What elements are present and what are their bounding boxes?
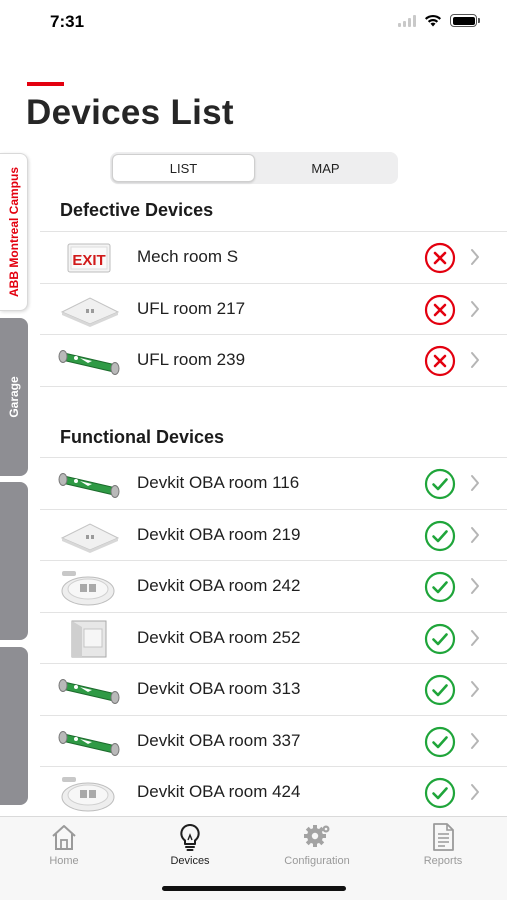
round-light-icon xyxy=(61,571,115,606)
side-tab-3[interactable] xyxy=(0,482,28,640)
chevron-right-icon xyxy=(471,578,479,594)
cellular-signal-icon xyxy=(398,14,416,27)
chevron-right-icon xyxy=(471,629,479,646)
tab-label: Configuration xyxy=(284,855,350,867)
device-name: Mech room S xyxy=(137,247,239,267)
device-row[interactable]: EXIT Mech room S xyxy=(40,232,507,284)
device-name: Devkit OBA room 219 xyxy=(137,524,301,544)
chevron-right-icon xyxy=(471,249,479,265)
check-icon xyxy=(424,571,456,603)
side-tab-label: ABB Montreal Campus xyxy=(6,166,21,298)
square-light-icon xyxy=(60,296,120,327)
tube-sign-icon xyxy=(58,679,120,704)
side-tab-4[interactable] xyxy=(0,647,28,805)
device-name: Devkit OBA room 337 xyxy=(137,730,301,750)
home-indicator xyxy=(162,886,346,891)
device-row[interactable]: Devkit OBA room 313 xyxy=(40,664,507,716)
device-row[interactable]: Devkit OBA room 337 xyxy=(40,716,507,767)
device-row[interactable]: Devkit OBA room 242 xyxy=(40,561,507,613)
lightbulb-icon xyxy=(180,823,200,851)
document-icon xyxy=(433,823,454,851)
view-toggle: LIST MAP xyxy=(110,152,398,184)
error-icon xyxy=(424,242,456,274)
chevron-right-icon xyxy=(471,681,479,697)
error-icon xyxy=(424,345,456,377)
chevron-right-icon xyxy=(471,300,479,317)
title-accent-bar xyxy=(27,82,64,86)
device-row[interactable]: Devkit OBA room 424 xyxy=(40,767,507,819)
round-light-icon xyxy=(61,777,115,812)
device-name: Devkit OBA room 424 xyxy=(137,782,301,802)
page-title: Devices List xyxy=(26,93,234,132)
svg-text:EXIT: EXIT xyxy=(72,252,105,269)
chevron-right-icon xyxy=(471,352,479,368)
chevron-right-icon xyxy=(471,475,479,491)
status-time: 7:31 xyxy=(50,12,85,31)
tab-reports[interactable]: Reports xyxy=(398,821,488,867)
device-name: Devkit OBA room 252 xyxy=(137,627,301,647)
chevron-right-icon xyxy=(471,732,479,749)
home-icon xyxy=(52,825,76,850)
side-tab-garage[interactable]: Garage xyxy=(0,318,28,476)
exit-sign-icon: EXIT xyxy=(67,243,111,273)
device-name: Devkit OBA room 242 xyxy=(137,576,301,596)
battery-icon xyxy=(450,14,480,27)
check-icon xyxy=(424,674,456,706)
check-icon xyxy=(424,468,456,500)
status-bar: 7:31 xyxy=(0,0,507,46)
map-view-button[interactable]: MAP xyxy=(255,154,396,182)
device-row[interactable]: Devkit OBA room 219 xyxy=(40,510,507,561)
check-icon xyxy=(424,520,456,551)
list-view-button[interactable]: LIST xyxy=(112,154,255,182)
wifi-icon xyxy=(425,14,441,27)
side-tab-label: Garage xyxy=(7,376,21,418)
chevron-right-icon xyxy=(471,526,479,543)
tab-label: Home xyxy=(49,855,79,867)
tab-configuration[interactable]: Configuration xyxy=(272,821,362,867)
tab-devices[interactable]: Devices xyxy=(145,821,235,867)
check-icon xyxy=(424,726,456,757)
functional-devices-list: Devkit OBA room 116 Devkit OBA room 219 … xyxy=(40,457,507,819)
check-icon xyxy=(424,623,456,654)
tube-sign-icon xyxy=(58,350,120,375)
side-tab-abb-montreal-campus[interactable]: ABB Montreal Campus xyxy=(0,153,28,311)
error-icon xyxy=(424,294,456,325)
device-name: Devkit OBA room 313 xyxy=(137,679,301,699)
device-row[interactable]: Devkit OBA room 116 xyxy=(40,458,507,510)
square-light-icon xyxy=(60,522,120,553)
box-light-icon xyxy=(71,620,107,657)
device-name: UFL room 217 xyxy=(137,298,246,318)
tab-label: Devices xyxy=(170,855,210,867)
device-row[interactable]: UFL room 217 xyxy=(40,284,507,335)
chevron-right-icon xyxy=(471,784,479,800)
gear-icon xyxy=(304,825,330,847)
defective-devices-heading: Defective Devices xyxy=(60,200,214,220)
device-name: Devkit OBA room 116 xyxy=(137,473,300,493)
status-icons xyxy=(398,14,480,27)
device-row[interactable]: Devkit OBA room 252 xyxy=(40,613,507,664)
tab-label: Reports xyxy=(423,855,463,867)
tube-sign-icon xyxy=(58,730,120,756)
defective-devices-list: EXIT Mech room S UFL room 217 UFL room 2… xyxy=(40,231,507,387)
device-name: UFL room 239 xyxy=(137,350,246,370)
functional-devices-heading: Functional Devices xyxy=(60,427,225,447)
device-row[interactable]: UFL room 239 xyxy=(40,335,507,387)
tab-home[interactable]: Home xyxy=(19,821,109,867)
check-icon xyxy=(424,777,456,809)
tube-sign-icon xyxy=(58,473,120,498)
